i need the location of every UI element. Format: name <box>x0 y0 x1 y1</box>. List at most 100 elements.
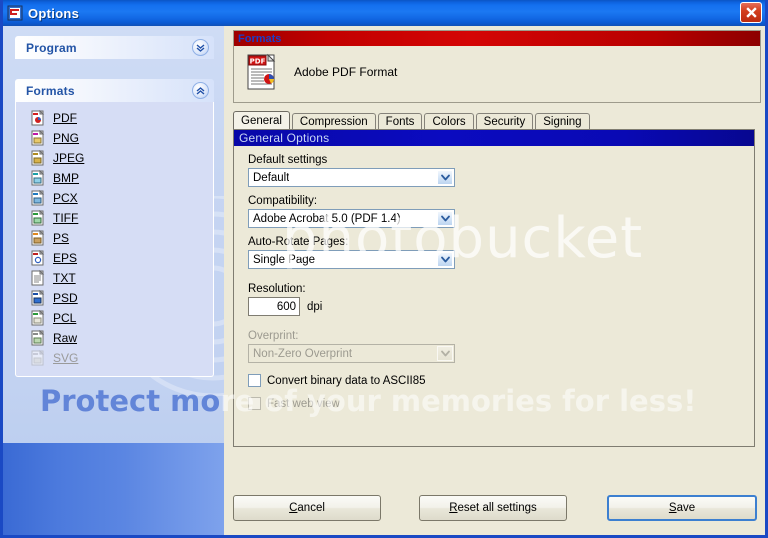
auto-rotate-label: Auto-Rotate Pages: <box>248 236 349 248</box>
window-title: Options <box>28 5 80 21</box>
formats-list: PDF PNG JPEG BMP PCX TIFF PS EPS TXT PSD… <box>15 102 214 377</box>
sidebar-item-label: SVG <box>53 351 79 365</box>
file-ps-icon <box>30 229 46 246</box>
formats-box-title: Formats <box>238 32 282 45</box>
tab-strip: General Compression Fonts Colors Securit… <box>233 111 761 130</box>
sidebar-item-txt[interactable]: TXT <box>16 268 213 288</box>
sidebar-panel-program-header[interactable]: Program <box>15 36 214 59</box>
sidebar-item-png[interactable]: PNG <box>16 128 213 148</box>
sidebar-item-label: TIFF <box>53 211 79 225</box>
tab-security[interactable]: Security <box>475 113 534 130</box>
sidebar-item-svg[interactable]: SVG <box>16 348 213 368</box>
sidebar-item-eps[interactable]: EPS <box>16 248 213 268</box>
sidebar-item-pcx[interactable]: PCX <box>16 188 213 208</box>
save-label: ave <box>676 502 696 514</box>
sidebar-item-label: PCX <box>53 191 78 205</box>
overprint-field: Overprint: Non-Zero Overprint <box>248 330 754 363</box>
sidebar-item-label: PS <box>53 231 70 245</box>
reset-accel: R <box>449 502 458 514</box>
chevron-down-icon[interactable] <box>437 252 453 267</box>
sidebar-item-ps[interactable]: PS <box>16 228 213 248</box>
chevron-double-down-icon[interactable] <box>192 39 209 56</box>
convert-binary-label: Convert binary data to ASCII85 <box>267 374 426 387</box>
cancel-label: ancel <box>297 502 325 514</box>
selected-format-box: Formats PDF Adobe PDF Format <box>233 30 761 103</box>
convert-binary-checkbox[interactable] <box>248 374 261 387</box>
compatibility-select[interactable]: Adobe Acrobat 5.0 (PDF 1.4) <box>248 209 455 228</box>
pdf-document-icon: PDF <box>246 53 280 91</box>
save-accel: S <box>668 502 677 514</box>
compatibility-label: Compatibility: <box>248 195 318 207</box>
sidebar-item-jpeg[interactable]: JPEG <box>16 148 213 168</box>
tab-signing[interactable]: Signing <box>535 113 590 130</box>
default-settings-label: Default settings <box>248 154 328 166</box>
auto-rotate-field: Auto-Rotate Pages: Single Page <box>248 236 754 269</box>
chevron-down-icon[interactable] <box>437 346 453 361</box>
fast-web-view-label: Fast web view <box>267 397 340 410</box>
chevron-double-up-icon[interactable] <box>192 82 209 99</box>
fast-web-view-checkbox[interactable] <box>248 397 261 410</box>
general-options-body: Default settings Default Compatibility: <box>234 146 754 410</box>
general-options-group: General Options Default settings Default <box>233 129 755 447</box>
file-raw-icon <box>30 329 46 346</box>
content-pane: Formats PDF Adobe PDF Format General Com… <box>229 26 765 535</box>
sidebar-panel-program-title: Program <box>26 40 77 55</box>
sidebar-panel-formats: Formats PDF PNG JPEG BMP PCX TIFF PS EPS… <box>15 79 214 377</box>
auto-rotate-value: Single Page <box>253 253 316 266</box>
sidebar-item-label: PCL <box>53 311 77 325</box>
sidebar-item-pcl[interactable]: PCL <box>16 308 213 328</box>
sidebar-panel-formats-header[interactable]: Formats <box>15 79 214 102</box>
overprint-select[interactable]: Non-Zero Overprint <box>248 344 455 363</box>
selected-format-label: Adobe PDF Format <box>294 65 398 79</box>
compatibility-field: Compatibility: Adobe Acrobat 5.0 (PDF 1.… <box>248 195 754 228</box>
default-settings-field: Default settings Default <box>248 154 754 187</box>
file-svg-icon <box>30 349 46 366</box>
save-button[interactable]: Save <box>607 495 757 521</box>
tab-colors[interactable]: Colors <box>424 113 474 130</box>
sidebar-item-bmp[interactable]: BMP <box>16 168 213 188</box>
formats-box-header: Formats <box>234 31 760 46</box>
tab-compression[interactable]: Compression <box>291 113 376 130</box>
tab-fonts[interactable]: Fonts <box>377 113 423 130</box>
default-settings-value: Default <box>253 171 290 184</box>
fast-web-view-checkbox-row[interactable]: Fast web view <box>248 397 754 410</box>
auto-rotate-select[interactable]: Single Page <box>248 250 455 269</box>
screenshot-root: Options Program Formats PDF PNG JPEG BMP… <box>0 0 768 538</box>
file-eps-icon <box>30 249 46 266</box>
sidebar-item-pdf[interactable]: PDF <box>16 108 213 128</box>
overprint-label: Overprint: <box>248 330 299 342</box>
sidebar-item-psd[interactable]: PSD <box>16 288 213 308</box>
formats-box-body: PDF Adobe PDF Format <box>234 46 760 91</box>
title-bar: Options <box>3 0 765 26</box>
sidebar-panel-program: Program <box>15 36 214 59</box>
file-jpeg-icon <box>30 149 46 166</box>
chevron-down-icon[interactable] <box>437 211 453 226</box>
sidebar-item-label: PNG <box>53 131 80 145</box>
sidebar-panel-formats-title: Formats <box>26 83 75 98</box>
reset-label: eset all settings <box>457 502 537 514</box>
cancel-button[interactable]: Cancel <box>233 495 381 521</box>
sidebar-item-raw[interactable]: Raw <box>16 328 213 348</box>
convert-binary-checkbox-row[interactable]: Convert binary data to ASCII85 <box>248 374 754 387</box>
dialog-footer: Cancel Reset all settings Save <box>229 487 765 535</box>
default-settings-select[interactable]: Default <box>248 168 455 187</box>
file-txt-icon <box>30 269 46 286</box>
close-icon[interactable] <box>740 2 762 23</box>
file-pcx-icon <box>30 189 46 206</box>
options-dialog: Options Program Formats PDF PNG JPEG BMP… <box>0 0 768 538</box>
file-bmp-icon <box>30 169 46 186</box>
tab-label: General <box>241 115 282 127</box>
chevron-down-icon[interactable] <box>437 170 453 185</box>
reset-all-settings-button[interactable]: Reset all settings <box>419 495 567 521</box>
resolution-input[interactable] <box>248 297 300 316</box>
file-tiff-icon <box>30 209 46 226</box>
dialog-client-area: Program Formats PDF PNG JPEG BMP PCX TIF… <box>3 26 765 535</box>
file-psd-icon <box>30 289 46 306</box>
sidebar-item-tiff[interactable]: TIFF <box>16 208 213 228</box>
tab-label: Signing <box>543 116 582 128</box>
general-options-title: General Options <box>239 131 330 145</box>
tab-general[interactable]: General <box>233 111 290 130</box>
sidebar-item-label: BMP <box>53 171 80 185</box>
file-pdf-icon <box>30 109 46 126</box>
compatibility-value: Adobe Acrobat 5.0 (PDF 1.4) <box>253 212 401 225</box>
